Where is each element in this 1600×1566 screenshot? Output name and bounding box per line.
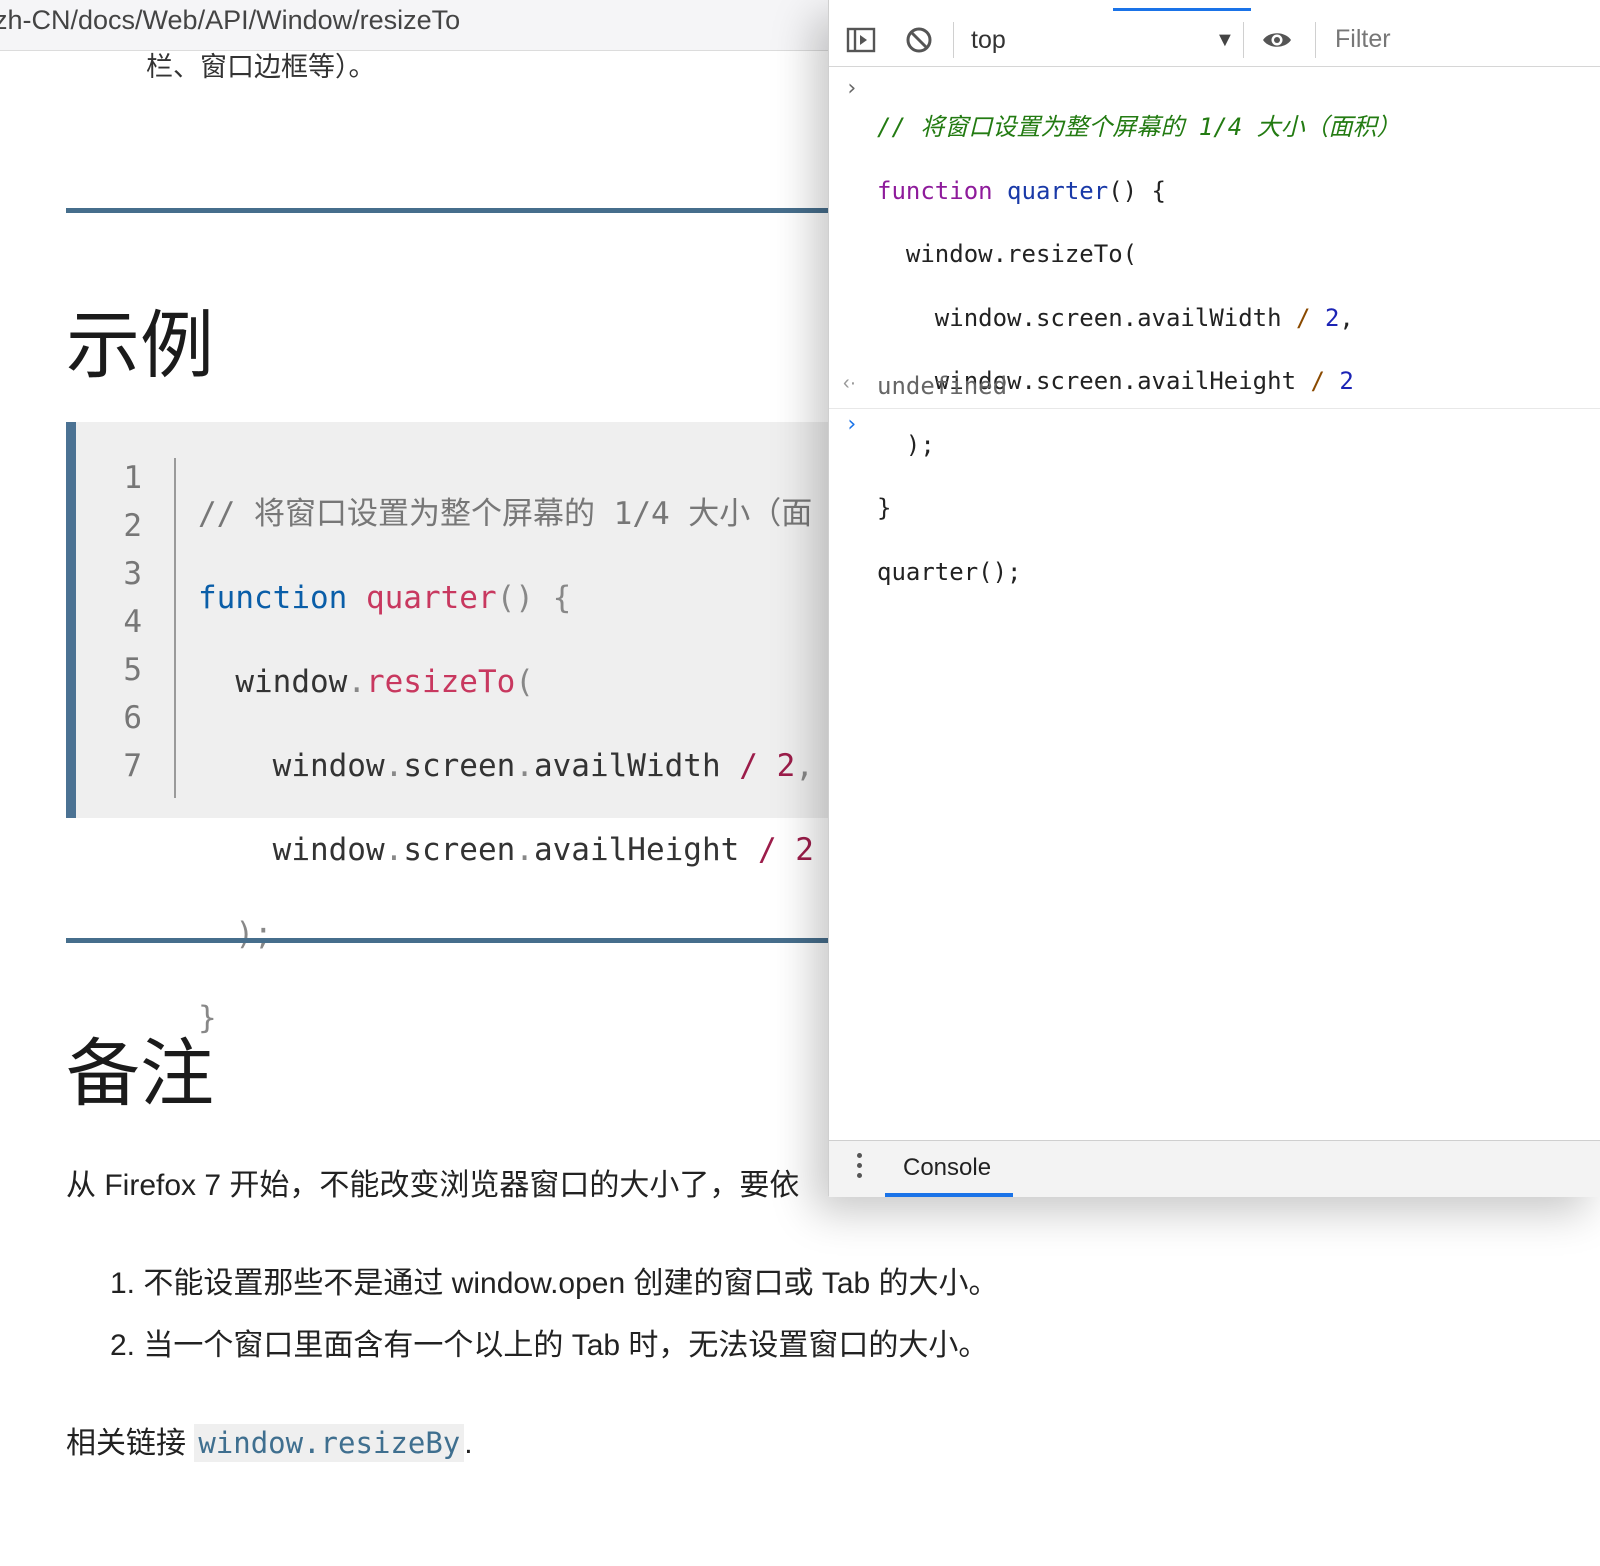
code-line-3: window.resizeTo(	[198, 654, 814, 702]
line-number: 5	[123, 652, 142, 688]
code-ident: window	[198, 832, 385, 868]
line-number: 7	[123, 748, 142, 784]
toolbar-separator	[1315, 22, 1316, 58]
console-keyword: function	[877, 176, 993, 205]
notes-heading: 备注	[66, 1031, 214, 1117]
devtools-panel: top ▼ › // 将窗口设置为整个屏幕的 1/4 大小（面积） functi…	[828, 0, 1600, 1197]
active-tab-indicator	[1113, 8, 1251, 11]
url-bar[interactable]: zh-CN/docs/Web/API/Window/resizeTo	[0, 0, 830, 51]
console-code: }	[877, 494, 892, 522]
related-label: 相关链接	[66, 1427, 195, 1460]
console-prompt-icon[interactable]: ›	[845, 412, 858, 437]
clear-console-icon[interactable]	[903, 24, 935, 56]
code-punct: ,	[795, 748, 814, 784]
console-code: window.screen.availWidth	[877, 303, 1282, 332]
related-link[interactable]: window.resizeBy	[194, 1424, 465, 1462]
code-method: resizeTo	[365, 664, 516, 700]
code-line-7: }	[198, 990, 814, 1038]
code-prop: screen	[403, 832, 516, 868]
section-divider	[66, 208, 846, 213]
console-row-divider	[829, 408, 1600, 409]
console-punct: () {	[1108, 176, 1166, 205]
kebab-menu-icon[interactable]	[857, 1153, 865, 1183]
drawer-tabbar: Console	[829, 1140, 1600, 1197]
console-comment: // 将窗口设置为整个屏幕的 1/4 大小（面积）	[877, 113, 1401, 141]
console-code: quarter();	[877, 557, 1022, 586]
code-punct: .	[384, 832, 404, 868]
code-example: 1 2 3 4 5 6 7 // 将窗口设置为整个屏幕的 1/4 大小（面 fu…	[66, 422, 866, 1036]
code-operator: /	[739, 832, 796, 868]
list-item: 1. 不能设置那些不是通过 window.open 创建的窗口或 Tab 的大小…	[110, 1267, 999, 1300]
code-prop: availWidth	[533, 748, 721, 784]
line-number: 1	[123, 460, 142, 496]
console-code: );	[877, 430, 935, 459]
console-result: undefined	[877, 372, 1008, 400]
code-function-name: quarter	[365, 580, 497, 616]
code-number: 2	[795, 832, 814, 868]
code-line-6: );	[198, 906, 814, 954]
line-number: 3	[123, 556, 142, 592]
console-punct: ,	[1339, 303, 1354, 332]
console-input-echo: // 将窗口设置为整个屏幕的 1/4 大小（面积） function quart…	[877, 76, 1401, 620]
code-operator: /	[720, 748, 777, 784]
related-links: 相关链接 window.resizeBy.	[66, 1418, 473, 1462]
console-number: 2	[1324, 303, 1340, 332]
code-punct: .	[515, 832, 534, 868]
gutter-divider	[174, 458, 176, 798]
list-item: 2. 当一个窗口里面含有一个以上的 Tab 时，无法设置窗口的大小。	[110, 1329, 989, 1362]
code-ident: window	[198, 748, 385, 784]
code-line-5: window.screen.availHeight / 2	[198, 822, 814, 870]
console-operator: /	[1281, 303, 1325, 332]
code-punct: .	[384, 748, 404, 784]
console-number: 2	[1339, 367, 1354, 395]
truncated-paragraph: 栏、窗口边框等）。	[146, 52, 376, 80]
toolbar-separator	[1243, 22, 1244, 58]
line-numbers: 1 2 3 4 5 6 7	[76, 450, 172, 786]
code-line-2: function quarter() {	[198, 570, 814, 618]
console-code: window.resizeTo(	[877, 240, 1138, 268]
example-heading: 示例	[66, 303, 214, 389]
tab-console[interactable]: Console	[903, 1153, 991, 1183]
code-line-4: window.screen.availWidth / 2,	[198, 738, 814, 786]
code-punct: .	[515, 748, 534, 784]
line-number: 6	[123, 700, 142, 736]
toolbar-separator	[953, 22, 954, 58]
code-ident: window	[198, 664, 348, 700]
line-number: 4	[123, 604, 142, 640]
dropdown-arrow-icon[interactable]: ▼	[1215, 22, 1235, 58]
related-tail: .	[464, 1427, 473, 1460]
code-punct: .	[347, 664, 366, 700]
notes-paragraph: 从 Firefox 7 开始，不能改变浏览器窗口的大小了，要依	[66, 1169, 800, 1202]
context-selector[interactable]: top	[971, 22, 1006, 58]
filter-input[interactable]	[1329, 20, 1600, 58]
console-operator: /	[1296, 367, 1340, 395]
section-divider	[66, 938, 846, 943]
code-punct: );	[198, 916, 273, 952]
console-function-name: quarter	[1007, 176, 1109, 205]
line-number: 2	[123, 508, 142, 544]
code-line-1: // 将窗口设置为整个屏幕的 1/4 大小（面	[198, 486, 814, 534]
console-toolbar: top ▼	[829, 12, 1600, 67]
code-prop: screen	[403, 748, 516, 784]
dock-side-icon[interactable]	[845, 24, 877, 56]
code-number: 2	[776, 748, 796, 784]
code-prop: availHeight	[533, 832, 740, 868]
active-drawer-tab-indicator	[885, 1193, 1013, 1197]
code-keyword: function	[198, 580, 348, 616]
code-punct: (	[515, 664, 534, 700]
input-echo-arrow-icon: ›	[845, 76, 859, 101]
code-punct: () {	[496, 580, 572, 616]
code-lines: // 将窗口设置为整个屏幕的 1/4 大小（面 function quarter…	[198, 450, 814, 1074]
result-arrow-icon: ‹·	[843, 372, 857, 394]
code-comment: // 将窗口设置为整个屏幕的 1/4 大小（面	[198, 496, 813, 532]
eye-icon[interactable]	[1261, 24, 1293, 56]
